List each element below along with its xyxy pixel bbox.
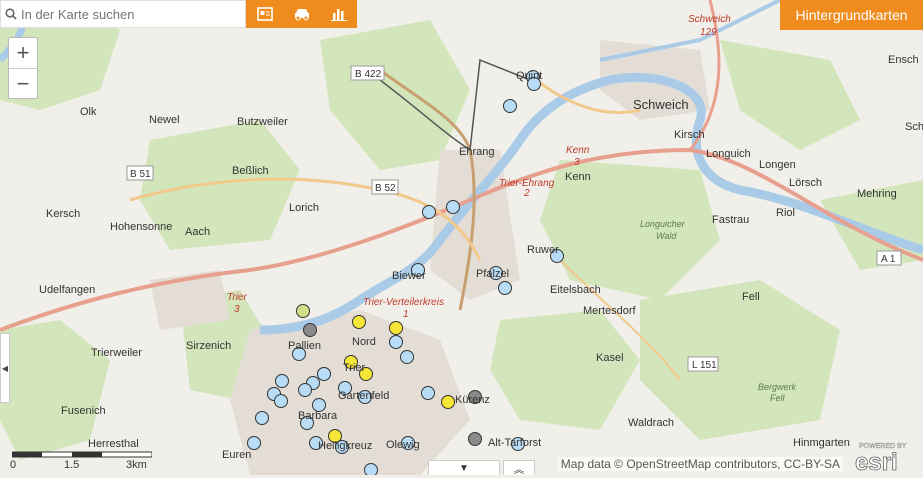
label-ensch: Ensch xyxy=(888,54,919,66)
label-butzweiler: Butzweiler xyxy=(237,116,288,128)
label-fusenich: Fusenich xyxy=(61,405,106,417)
label-barbara: Barbara xyxy=(298,410,338,422)
label-eitelsbach: Eitelsbach xyxy=(550,284,601,296)
label-kenn: Kenn xyxy=(565,171,591,183)
label-loersch: Lörsch xyxy=(789,177,822,189)
road-label-1: 1 xyxy=(403,309,409,320)
zoom-in-button[interactable]: + xyxy=(9,38,37,68)
label-nord: Nord xyxy=(352,336,376,348)
forest-label-fell: Fell xyxy=(770,393,786,403)
side-panel-toggle[interactable]: ◀ xyxy=(0,333,10,403)
traffic-button[interactable] xyxy=(287,2,317,26)
road-label-kenn: Kenn xyxy=(566,145,590,156)
forest-label-wald: Wald xyxy=(656,231,677,241)
scale-label-0: 0 xyxy=(10,459,17,471)
road-label-129: 129 xyxy=(700,27,717,38)
scale-bar: 0 1.5 3km xyxy=(10,448,153,471)
chevron-left-icon: ◀ xyxy=(1,363,9,373)
zoom-out-button[interactable]: − xyxy=(9,69,37,99)
car-icon xyxy=(294,9,309,21)
road-label-verteilerkreis: Trier-Verteilerkreis xyxy=(363,297,444,308)
map-canvas[interactable]: Olk Newel Butzweiler Beßlich Lorich Kers… xyxy=(0,0,923,475)
label-pfalzel: Pfalzel xyxy=(476,268,509,280)
bottom-panel-toggle[interactable]: ▼ xyxy=(428,460,500,475)
double-chevron-up-icon: ︽ xyxy=(514,464,524,476)
expand-panel-button[interactable]: ︽ xyxy=(503,460,535,476)
label-gartenfeld: Gartenfeld xyxy=(338,390,389,402)
label-hinmgarten: Hinmgarten xyxy=(793,437,850,449)
zoom-control: + − xyxy=(8,37,38,99)
search-icon xyxy=(1,8,21,20)
label-euren: Euren xyxy=(222,449,251,461)
label-schweich: Schweich xyxy=(633,97,689,112)
label-biewer: Biewer xyxy=(392,270,426,282)
shield-b52: B 52 xyxy=(375,183,396,194)
road-label-3: 3 xyxy=(574,157,580,168)
label-sirzenich: Sirzenich xyxy=(186,340,231,352)
road-label-3b: 3 xyxy=(234,304,240,315)
report-button[interactable] xyxy=(250,2,280,26)
label-ehrang: Ehrang xyxy=(459,146,494,158)
bar-chart-icon xyxy=(330,9,347,21)
scale-label-1-5: 1.5 xyxy=(64,459,80,471)
label-besslich: Beßlich xyxy=(232,165,269,177)
label-newel: Newel xyxy=(149,114,180,126)
label-udelfangen: Udelfangen xyxy=(39,284,95,296)
toolbar xyxy=(246,0,357,28)
label-riol: Riol xyxy=(776,207,795,219)
label-mertesdorf: Mertesdorf xyxy=(583,305,637,317)
label-mehring: Mehring xyxy=(857,188,897,200)
label-kersch: Kersch xyxy=(46,208,80,220)
shield-b51: B 51 xyxy=(130,169,151,180)
esri-wordmark: esri xyxy=(855,449,898,473)
road-label-2: 2 xyxy=(523,188,530,199)
label-pallien: Pallien xyxy=(288,340,321,352)
label-longuich: Longuich xyxy=(706,148,751,160)
map-attribution: Map data © OpenStreetMap contributors, C… xyxy=(557,457,843,471)
label-olk: Olk xyxy=(80,106,97,118)
forest-label-bergwerk: Bergwerk xyxy=(758,382,797,392)
label-fell: Fell xyxy=(742,291,760,303)
label-heiligkreuz: Heiligkreuz xyxy=(318,440,372,452)
label-hohensonne: Hohensonne xyxy=(110,221,172,233)
search-box[interactable] xyxy=(0,0,246,28)
shield-l151: L 151 xyxy=(692,360,717,371)
road-label-trier: Trier xyxy=(227,292,247,303)
label-trier: Trier xyxy=(343,362,366,374)
report-icon xyxy=(256,7,273,21)
shield-b422: B 422 xyxy=(355,69,382,80)
label-longen: Longen xyxy=(759,159,796,171)
search-input[interactable] xyxy=(21,6,241,22)
scale-label-3km: 3km xyxy=(126,459,147,471)
label-quint: Quint xyxy=(516,70,542,82)
label-fastrau: Fastrau xyxy=(712,214,749,226)
label-trierweiler: Trierweiler xyxy=(91,347,142,359)
caret-down-icon: ▼ xyxy=(459,462,469,474)
label-waldrach: Waldrach xyxy=(628,417,674,429)
road-label-schweich: Schweich xyxy=(688,14,731,25)
label-schl: Schl xyxy=(905,121,923,133)
label-lorich: Lorich xyxy=(289,202,319,214)
label-olewig: Olewig xyxy=(386,439,420,451)
shield-a1: A 1 xyxy=(881,254,896,265)
label-ruwer: Ruwer xyxy=(527,244,559,256)
esri-logo: POWERED BY esri xyxy=(851,439,915,477)
label-kasel: Kasel xyxy=(596,352,624,364)
basemaps-button[interactable]: Hintergrundkarten xyxy=(780,0,923,30)
forest-label-longuicher: Longuicher xyxy=(640,219,686,229)
label-kuerenz: Kürenz xyxy=(455,394,490,406)
label-aach: Aach xyxy=(185,226,210,238)
statistics-button[interactable] xyxy=(324,2,354,26)
label-alt-tarforst: Alt-Tarforst xyxy=(488,437,541,449)
label-kirsch: Kirsch xyxy=(674,129,705,141)
